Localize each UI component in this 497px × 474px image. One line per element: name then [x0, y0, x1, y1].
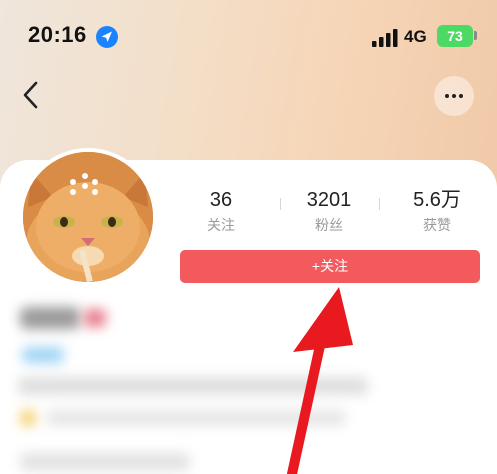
- stat-followers[interactable]: 3201 粉丝: [284, 188, 374, 234]
- follow-button[interactable]: +关注: [180, 250, 480, 283]
- stat-following[interactable]: 36 关注: [176, 188, 266, 234]
- blurred-info-line: [46, 410, 346, 426]
- blurred-bio-line: [18, 377, 368, 395]
- stat-likes-label: 获赞: [423, 217, 451, 233]
- stat-followers-count: 3201: [306, 189, 352, 211]
- battery-indicator: 73: [437, 25, 473, 47]
- stat-following-label: 关注: [207, 217, 235, 233]
- network-type: 4G: [404, 27, 427, 46]
- blurred-nickname: [20, 307, 80, 329]
- signal-icon: [372, 29, 398, 47]
- avatar[interactable]: [19, 148, 157, 286]
- more-horizontal-icon: [445, 94, 449, 98]
- more-dot: [459, 94, 463, 98]
- profile-stats: 36 关注 3201 粉丝 5.6万 获赞: [176, 188, 484, 240]
- cat-avatar-image: [23, 152, 153, 282]
- location-icon: [96, 26, 118, 48]
- blurred-tag: [22, 347, 64, 363]
- battery-cap: [474, 31, 477, 40]
- stat-followers-label: 粉丝: [315, 217, 343, 233]
- chevron-left-icon[interactable]: [16, 78, 46, 112]
- blurred-info-line: [20, 453, 190, 471]
- stat-likes[interactable]: 5.6万 获赞: [392, 188, 482, 234]
- status-time: 20:16: [28, 22, 87, 47]
- blurred-profile-info: [0, 295, 497, 474]
- more-dot: [452, 94, 456, 98]
- stat-divider: [280, 198, 281, 210]
- status-bar: 20:16 4G 73: [0, 0, 497, 70]
- blurred-gender-icon: [84, 309, 106, 327]
- blurred-icon: [20, 410, 36, 426]
- stat-likes-count: 5.6万: [413, 189, 461, 211]
- stat-divider: [379, 198, 380, 210]
- more-options-button[interactable]: [434, 76, 474, 116]
- stat-following-count: 36: [209, 189, 233, 211]
